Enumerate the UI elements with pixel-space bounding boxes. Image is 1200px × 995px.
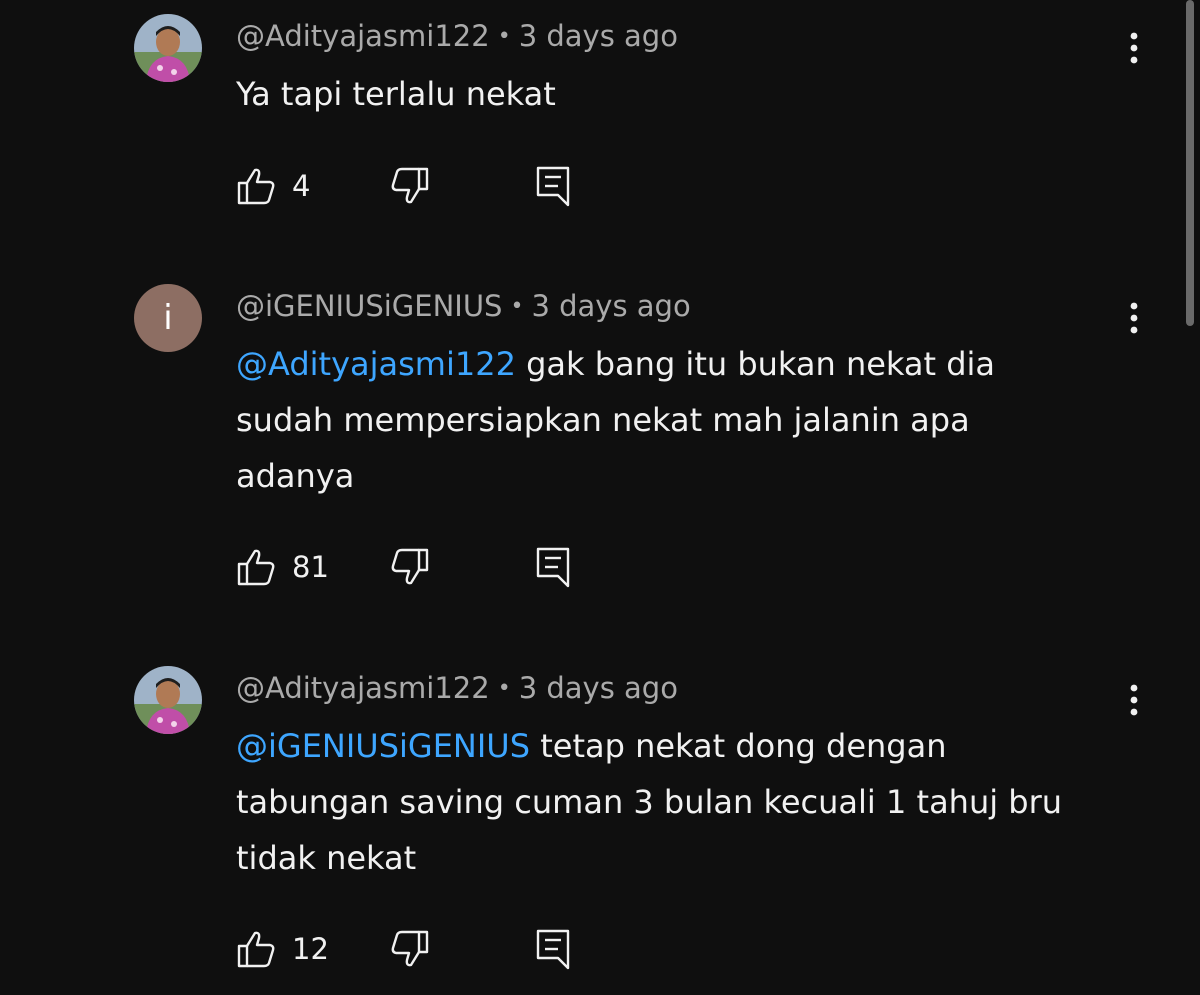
- comment-meta: @iGENIUSiGENIUS • 3 days ago: [236, 288, 691, 325]
- more-options-button[interactable]: [1114, 678, 1154, 722]
- comment-actions: 12: [236, 927, 636, 971]
- author-name[interactable]: @Adityajasmi122: [236, 671, 490, 705]
- avatar[interactable]: [134, 666, 202, 734]
- mention-link[interactable]: @Adityajasmi122: [236, 345, 516, 383]
- like-count: 81: [292, 550, 329, 584]
- more-vertical-icon: [1130, 684, 1138, 716]
- comment-time[interactable]: 3 days ago: [519, 19, 678, 53]
- comment-actions: 4: [236, 164, 636, 208]
- comment-meta: @Adityajasmi122 • 3 days ago: [236, 670, 678, 707]
- dislike-button[interactable]: [390, 164, 430, 208]
- avatar-photo-icon: [134, 666, 202, 734]
- comment-time[interactable]: 3 days ago: [519, 671, 678, 705]
- reply-button[interactable]: [534, 927, 574, 971]
- comment-body: Ya tapi terlalu nekat: [236, 75, 556, 113]
- separator-dot: •: [510, 294, 524, 319]
- dislike-button[interactable]: [390, 545, 430, 589]
- avatar-photo-icon: [134, 14, 202, 82]
- reply-button[interactable]: [534, 164, 574, 208]
- more-vertical-icon: [1130, 32, 1138, 64]
- comment-meta: @Adityajasmi122 • 3 days ago: [236, 18, 678, 55]
- reply-icon: [536, 929, 570, 970]
- separator-dot: •: [497, 676, 511, 701]
- reply-icon: [536, 547, 570, 588]
- author-name[interactable]: @iGENIUSiGENIUS: [236, 289, 502, 323]
- reply-button[interactable]: [534, 545, 574, 589]
- thumbs-down-icon: [391, 548, 429, 585]
- dislike-button[interactable]: [390, 927, 430, 971]
- thumbs-up-icon: [237, 549, 275, 586]
- like-button[interactable]: 4: [236, 164, 310, 208]
- thumbs-up-icon: [237, 931, 275, 968]
- thumbs-up-icon: [237, 168, 275, 205]
- avatar-letter: i: [163, 298, 173, 338]
- scrollbar[interactable]: [1186, 0, 1194, 326]
- thumbs-down-icon: [391, 930, 429, 967]
- comment-time[interactable]: 3 days ago: [531, 289, 690, 323]
- comment-text: @iGENIUSiGENIUS tetap nekat dong dengan …: [236, 718, 1096, 886]
- like-count: 12: [292, 932, 329, 966]
- author-name[interactable]: @Adityajasmi122: [236, 19, 490, 53]
- more-options-button[interactable]: [1114, 296, 1154, 340]
- mention-link[interactable]: @iGENIUSiGENIUS: [236, 727, 530, 765]
- comment-text: Ya tapi terlalu nekat: [236, 66, 1096, 122]
- avatar[interactable]: [134, 14, 202, 82]
- reply-icon: [536, 166, 570, 207]
- thumbs-down-icon: [391, 167, 429, 204]
- comment-actions: 81: [236, 545, 636, 589]
- like-button[interactable]: 81: [236, 545, 329, 589]
- comment-text: @Adityajasmi122 gak bang itu bukan nekat…: [236, 336, 1096, 504]
- like-count: 4: [292, 169, 311, 203]
- more-options-button[interactable]: [1114, 26, 1154, 70]
- avatar[interactable]: i: [134, 284, 202, 352]
- like-button[interactable]: 12: [236, 927, 329, 971]
- more-vertical-icon: [1130, 302, 1138, 334]
- separator-dot: •: [497, 24, 511, 49]
